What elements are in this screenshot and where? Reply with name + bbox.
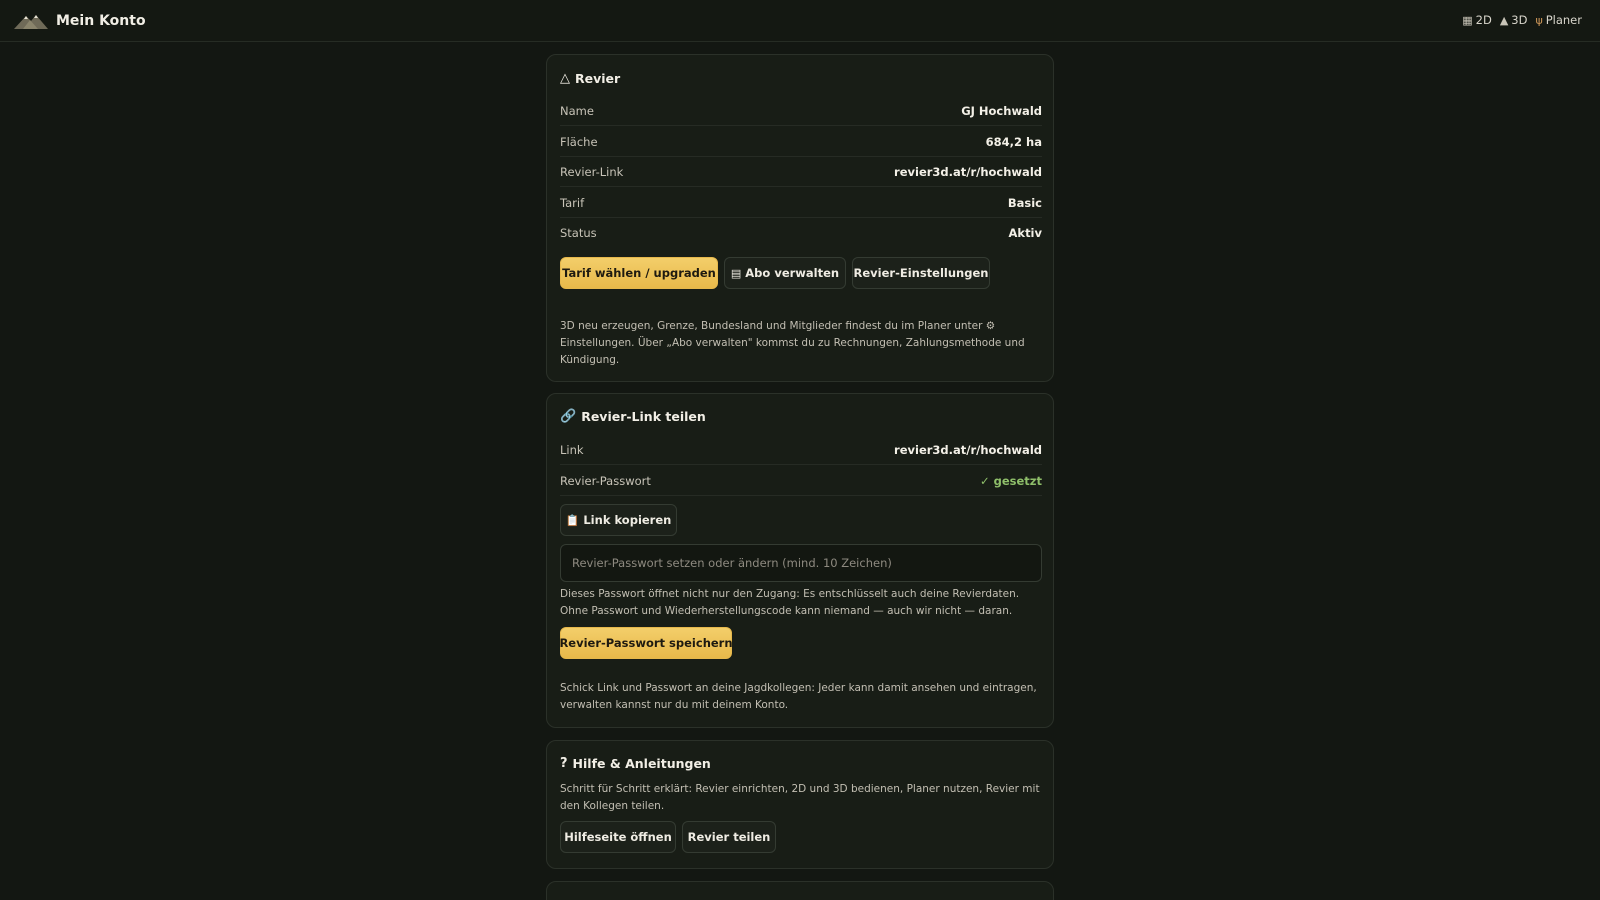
help-card: ? Hilfe & Anleitungen Schritt für Schrit… [546,740,1054,869]
share-row-password: Revier-Passwort ✓ gesetzt [560,466,1042,496]
abo-verwalten-button[interactable]: ▤ Abo verwalten [724,257,846,289]
link-icon: 🔗 [560,409,577,424]
revier-title-text: Revier [575,71,621,86]
nav-2d[interactable]: ▦ 2D [1462,13,1492,27]
page-title: Mein Konto [56,12,146,29]
top-bar: Mein Konto ▦ 2D ▲ 3D ψ Planer [0,0,1600,42]
clipboard-icon: 📋 [565,513,580,527]
revier-password-input[interactable] [560,544,1042,582]
deer-icon: ψ [1535,13,1543,27]
row-value: 684,2 ha [985,134,1042,149]
help-title-text: Hilfe & Anleitungen [572,756,711,771]
mountain-logo-icon [14,14,48,29]
share-title-text: Revier-Link teilen [581,409,706,424]
row-value: Aktiv [1008,226,1042,240]
row-value: Basic [1007,195,1042,210]
row-value: revier3d.at/r/hochwald [894,442,1042,457]
row-label: Revier-Link [560,164,624,179]
next-card [546,881,1054,900]
nav-3d[interactable]: ▲ 3D [1500,13,1528,27]
row-label: Revier-Passwort [560,473,651,488]
row-label: Tarif [560,195,585,210]
top-nav: ▦ 2D ▲ 3D ψ Planer [1454,13,1582,27]
nav-2d-label: 2D [1475,13,1492,27]
question-icon: ? [560,756,568,771]
row-label: Name [560,103,594,118]
revier-card-title: △ Revier [560,71,620,86]
revier-settings-button[interactable]: Revier-Einstellungen [852,257,990,289]
row-label: Fläche [560,134,598,149]
nav-planer[interactable]: ψ Planer [1535,13,1582,27]
mountain-icon: △ [560,71,570,86]
revier-row-tarif: Tarif Basic [560,188,1042,218]
row-value: revier3d.at/r/hochwald [894,164,1042,179]
mountain-icon: ▲ [1499,13,1509,27]
row-label: Status [560,226,597,240]
copy-link-button[interactable]: 📋 Link kopieren [560,504,677,536]
receipt-icon: ▤ [730,266,742,280]
share-footer-note: Schick Link und Passwort an deine Jagdko… [560,682,1037,711]
password-note: Dieses Passwort öffnet nicht nur den Zug… [560,588,1020,617]
abo-verwalten-label: Abo verwalten [745,266,840,280]
help-card-title: ? Hilfe & Anleitungen [560,756,711,771]
help-text: Schritt für Schritt erklärt: Revier einr… [560,783,1040,812]
revier-row-status: Status Aktiv [560,218,1042,248]
revier-note: 3D neu erzeugen, Grenze, Bundesland und … [560,320,1025,366]
revier-card: △ Revier Name GJ Hochwald Fläche 684,2 h… [546,54,1054,382]
brand[interactable]: Mein Konto [14,11,146,31]
share-revier-button[interactable]: Revier teilen [682,821,776,853]
nav-3d-label: 3D [1511,13,1528,27]
share-card: 🔗 Revier-Link teilen Link revier3d.at/r/… [546,393,1054,728]
upgrade-button[interactable]: Tarif wählen / upgraden [560,257,718,289]
map-icon: ▦ [1462,13,1473,27]
row-value: GJ Hochwald [961,103,1042,118]
share-card-title: 🔗 Revier-Link teilen [560,409,706,424]
copy-link-label: Link kopieren [583,513,672,527]
save-password-button[interactable]: Revier-Passwort speichern [559,627,733,659]
open-help-button[interactable]: Hilfeseite öffnen [560,821,676,853]
nav-planer-label: Planer [1545,13,1582,27]
status-badge: ✓ gesetzt [979,473,1042,488]
revier-row-name: Name GJ Hochwald [560,96,1042,126]
share-row-link: Link revier3d.at/r/hochwald [560,435,1042,465]
row-label: Link [560,442,584,457]
revier-row-flaeche: Fläche 684,2 ha [560,127,1042,157]
revier-row-link: Revier-Link revier3d.at/r/hochwald [560,157,1042,187]
